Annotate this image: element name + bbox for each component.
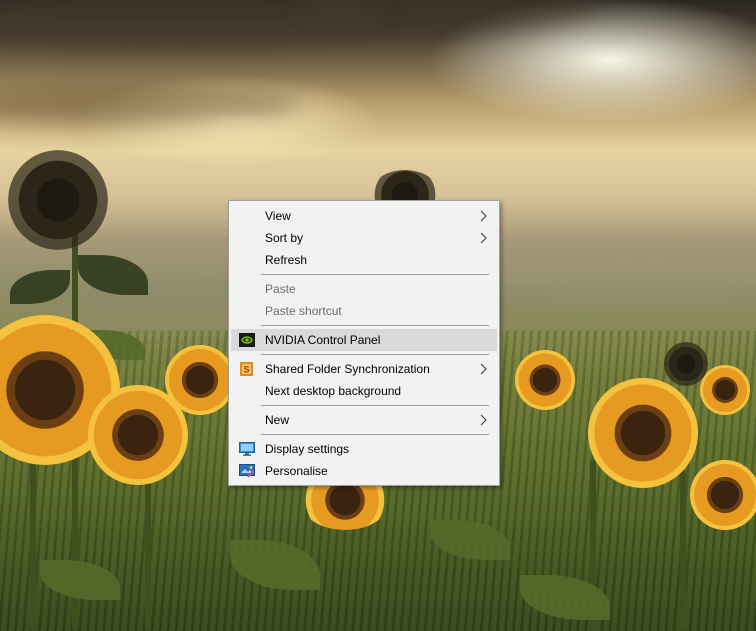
menu-item-sort-by[interactable]: Sort by <box>231 227 497 249</box>
menu-item-paste-shortcut[interactable]: Paste shortcut <box>231 300 497 322</box>
menu-item-shared-folder-sync[interactable]: S Shared Folder Synchronization <box>231 358 497 380</box>
menu-separator <box>261 405 489 406</box>
menu-item-next-desktop-background[interactable]: Next desktop background <box>231 380 497 402</box>
menu-item-label: New <box>265 413 290 427</box>
menu-item-label: Paste <box>265 282 296 296</box>
menu-item-label: Shared Folder Synchronization <box>265 362 430 376</box>
menu-item-nvidia-control-panel[interactable]: NVIDIA Control Panel <box>231 329 497 351</box>
menu-item-paste[interactable]: Paste <box>231 278 497 300</box>
nvidia-icon <box>239 333 255 347</box>
menu-item-label: Personalise <box>265 464 328 478</box>
chevron-right-icon <box>480 210 487 222</box>
menu-separator <box>261 354 489 355</box>
menu-separator <box>261 274 489 275</box>
desktop-context-menu: View Sort by Refresh Paste Paste shortcu… <box>228 200 500 486</box>
chevron-right-icon <box>480 232 487 244</box>
menu-item-view[interactable]: View <box>231 205 497 227</box>
personalise-icon <box>239 464 255 478</box>
menu-item-label: Paste shortcut <box>265 304 342 318</box>
svg-text:S: S <box>243 365 249 375</box>
chevron-right-icon <box>480 414 487 426</box>
menu-separator <box>261 325 489 326</box>
menu-item-label: Sort by <box>265 231 304 245</box>
menu-item-label: View <box>265 209 291 223</box>
menu-item-display-settings[interactable]: Display settings <box>231 438 497 460</box>
menu-item-label: Refresh <box>265 253 308 267</box>
menu-item-label: Display settings <box>265 442 350 456</box>
chevron-right-icon <box>480 363 487 375</box>
menu-item-new[interactable]: New <box>231 409 497 431</box>
menu-item-personalise[interactable]: Personalise <box>231 460 497 482</box>
menu-item-refresh[interactable]: Refresh <box>231 249 497 271</box>
display-icon <box>239 442 255 456</box>
sync-s-icon: S <box>240 362 253 376</box>
menu-item-label: NVIDIA Control Panel <box>265 333 381 347</box>
menu-separator <box>261 434 489 435</box>
menu-item-label: Next desktop background <box>265 384 402 398</box>
desktop[interactable]: View Sort by Refresh Paste Paste shortcu… <box>0 0 756 631</box>
